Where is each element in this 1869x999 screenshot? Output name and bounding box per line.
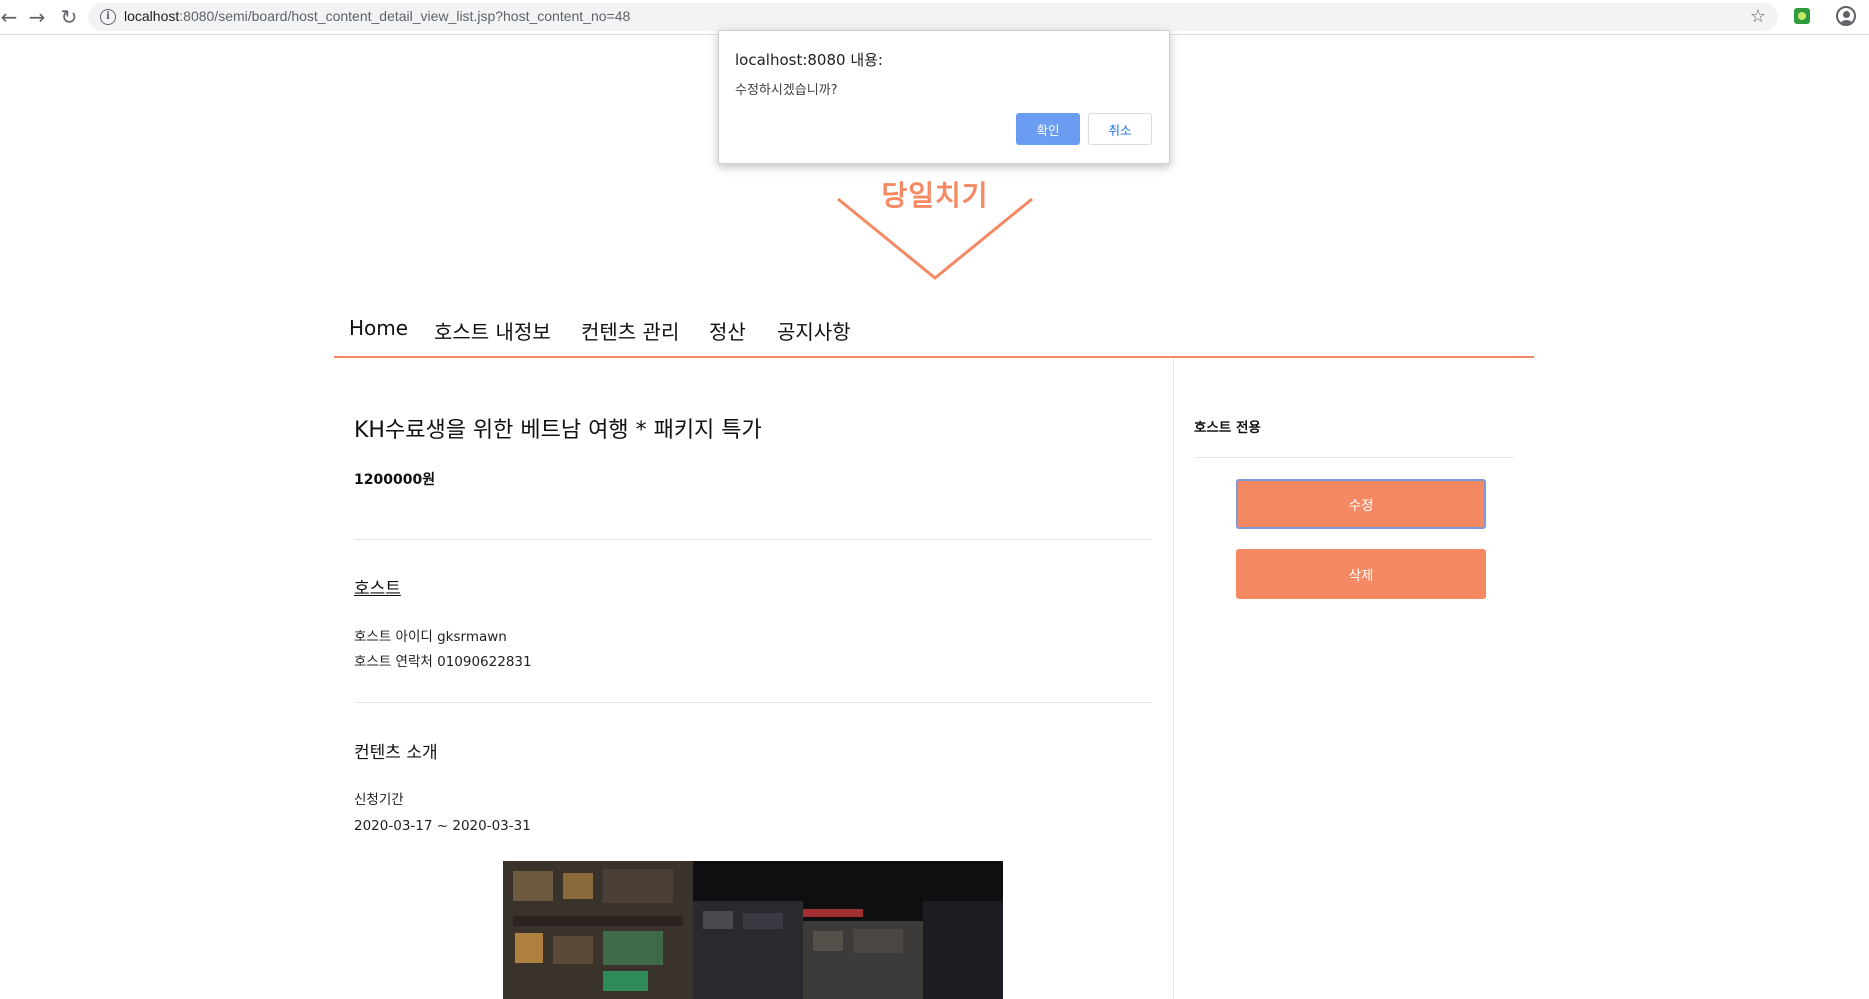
delete-button[interactable]: 삭제 bbox=[1236, 549, 1486, 599]
divider bbox=[354, 539, 1152, 540]
dialog-title: localhost:8080 내용: bbox=[735, 51, 883, 69]
edit-button[interactable]: 수정 bbox=[1236, 479, 1486, 529]
back-arrow-icon[interactable]: ← bbox=[0, 4, 22, 30]
nav-item-settlement[interactable]: 정산 bbox=[709, 316, 746, 345]
url-path: :8080/semi/board/host_content_detail_vie… bbox=[179, 8, 631, 24]
profile-icon[interactable] bbox=[1836, 6, 1856, 26]
host-id: 호스트 아이디 gksrmawn bbox=[354, 629, 507, 645]
host-contact: 호스트 연락처 01090622831 bbox=[354, 654, 532, 670]
url-host: localhost bbox=[124, 8, 180, 24]
info-icon[interactable]: i bbox=[100, 9, 116, 25]
url-text[interactable]: localhost:8080/semi/board/host_content_d… bbox=[124, 8, 630, 24]
reload-icon[interactable]: ↻ bbox=[56, 4, 82, 30]
content-title: KH수료생을 위한 베트남 여행 * 패키지 특가 bbox=[354, 418, 762, 443]
sidebar-title: 호스트 전용 bbox=[1194, 420, 1261, 436]
sidebar-divider bbox=[1173, 358, 1174, 999]
dialog-cancel-button[interactable]: 취소 bbox=[1088, 113, 1152, 145]
extension-icon[interactable] bbox=[1794, 8, 1810, 24]
main-nav: Home 호스트 내정보 컨텐츠 관리 정산 공지사항 bbox=[334, 296, 1534, 358]
nav-item-content-manage[interactable]: 컨텐츠 관리 bbox=[581, 316, 679, 345]
dialog-ok-button[interactable]: 확인 bbox=[1016, 113, 1080, 145]
logo-chevron-icon bbox=[837, 197, 1033, 280]
address-bar[interactable]: i localhost:8080/semi/board/host_content… bbox=[88, 3, 1778, 31]
host-heading: 호스트 bbox=[354, 579, 401, 599]
dialog-message: 수정하시겠습니까? bbox=[735, 83, 838, 98]
content-price: 1200000원 bbox=[354, 472, 436, 488]
nav-item-home[interactable]: Home bbox=[349, 316, 408, 340]
divider bbox=[354, 702, 1152, 703]
intro-heading: 컨텐츠 소개 bbox=[354, 743, 438, 763]
nav-item-notice[interactable]: 공지사항 bbox=[777, 316, 851, 345]
period-label: 신청기간 bbox=[354, 792, 404, 808]
content-photo bbox=[503, 861, 1003, 999]
bookmark-star-icon[interactable]: ☆ bbox=[1750, 6, 1766, 27]
nav-item-host-info[interactable]: 호스트 내정보 bbox=[434, 316, 551, 345]
confirm-dialog: localhost:8080 내용: 수정하시겠습니까? 확인 취소 bbox=[718, 30, 1170, 164]
sidebar-divider-line bbox=[1194, 457, 1514, 458]
forward-arrow-icon[interactable]: → bbox=[24, 4, 50, 30]
period-value: 2020-03-17 ~ 2020-03-31 bbox=[354, 818, 531, 834]
